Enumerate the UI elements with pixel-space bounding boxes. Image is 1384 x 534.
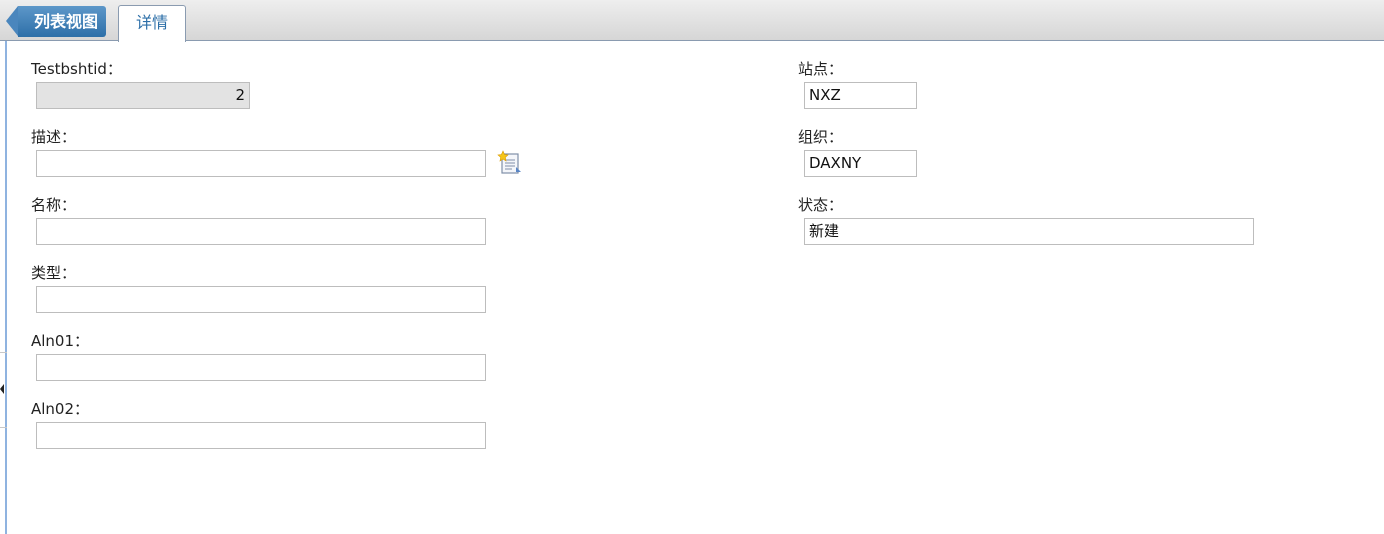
testbshtid-label: Testbshtid： (31, 60, 122, 78)
aln01-field[interactable] (36, 354, 486, 381)
name-label: 名称： (31, 196, 77, 214)
site-field[interactable]: NXZ (804, 82, 917, 109)
description-field[interactable] (36, 150, 486, 177)
rail-divider (0, 352, 7, 353)
left-rail (0, 0, 7, 534)
testbshtid-field: 2 (36, 82, 250, 109)
status-field[interactable]: 新建 (804, 218, 1254, 245)
rail-divider (0, 427, 7, 428)
description-label: 描述： (31, 128, 77, 146)
org-field[interactable]: DAXNY (804, 150, 917, 177)
aln02-label: Aln02： (31, 400, 90, 418)
status-label: 状态： (798, 196, 844, 214)
tab-details[interactable]: 详情 (118, 5, 186, 42)
site-label: 站点： (798, 60, 844, 78)
aln02-field[interactable] (36, 422, 486, 449)
name-field[interactable] (36, 218, 486, 245)
long-description-icon[interactable] (497, 150, 524, 176)
tab-list-view[interactable]: 列表视图 (5, 6, 107, 37)
rail-border (5, 40, 7, 534)
aln01-label: Aln01： (31, 332, 90, 350)
org-label: 组织： (798, 128, 844, 146)
collapse-arrow-icon[interactable] (0, 384, 4, 394)
type-field[interactable] (36, 286, 486, 313)
tab-bar: 列表视图 详情 (0, 0, 1384, 42)
type-label: 类型： (31, 264, 77, 282)
